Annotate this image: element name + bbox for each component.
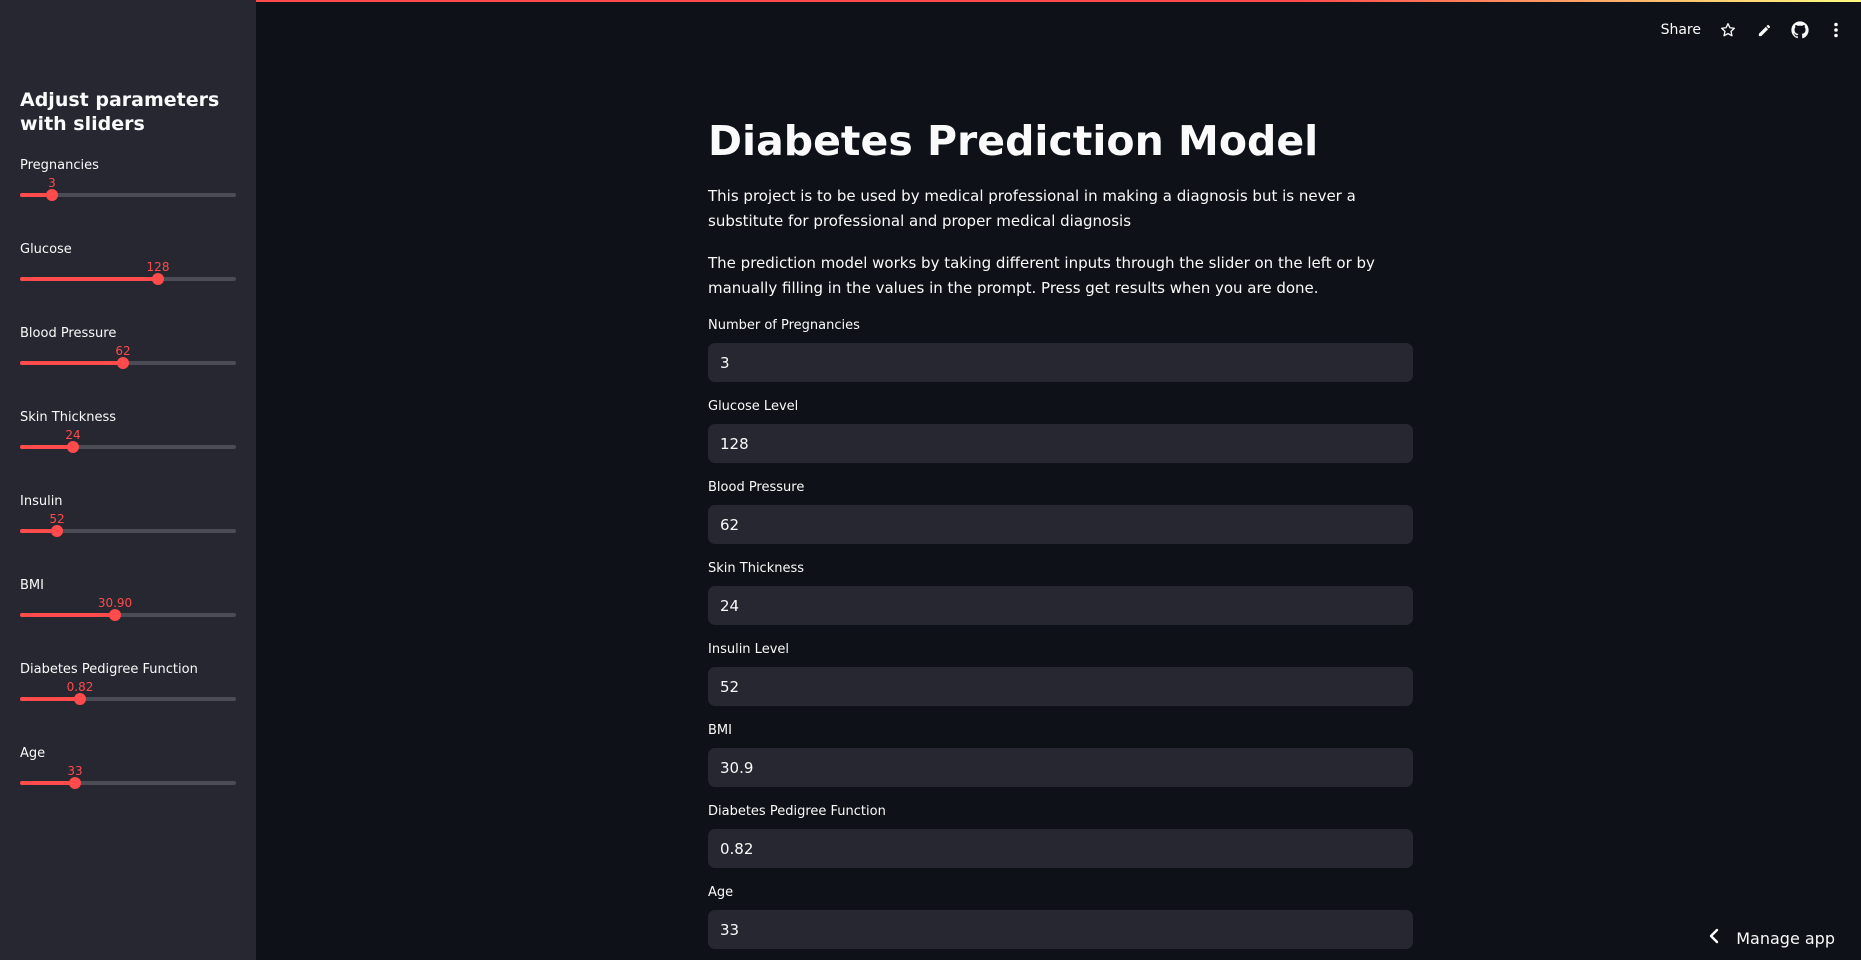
slider-label: Insulin	[20, 494, 63, 509]
page-title: Diabetes Prediction Model	[708, 117, 1319, 165]
slider-value: 24	[65, 428, 81, 442]
instructions-paragraph: The prediction model works by taking dif…	[708, 254, 1375, 297]
number-input[interactable]	[708, 910, 1413, 949]
number-input[interactable]	[708, 505, 1413, 544]
slider-label: Glucose	[20, 242, 72, 257]
slider-value: 3	[48, 176, 56, 190]
sidebar-slider[interactable]: Pregnancies 3	[20, 158, 236, 228]
field-label: BMI	[708, 723, 732, 738]
form-field: Age	[708, 884, 1413, 949]
number-input[interactable]	[708, 748, 1413, 787]
sidebar-slider[interactable]: Glucose 128	[20, 242, 236, 312]
form-field: BMI	[708, 722, 1413, 787]
slider-thumb[interactable]	[117, 357, 129, 369]
number-input[interactable]	[708, 829, 1413, 868]
app-toolbar: Share	[1661, 18, 1845, 42]
form-field: Number of Pregnancies	[708, 317, 1413, 382]
slider-value: 62	[115, 344, 131, 358]
slider-fill	[20, 613, 115, 617]
slider-label: Diabetes Pedigree Function	[20, 662, 198, 677]
slider-value: 52	[49, 512, 65, 526]
number-input[interactable]	[708, 586, 1413, 625]
slider-fill	[20, 277, 158, 281]
slider-thumb[interactable]	[69, 777, 81, 789]
sidebar-slider[interactable]: Diabetes Pedigree Function 0.82	[20, 662, 236, 732]
sidebar-slider[interactable]: Skin Thickness 24	[20, 410, 236, 480]
slider-fill	[20, 781, 75, 785]
form-field: Skin Thickness	[708, 560, 1413, 625]
field-label: Insulin Level	[708, 642, 789, 657]
number-input[interactable]	[708, 343, 1413, 382]
slider-thumb[interactable]	[46, 189, 58, 201]
sidebar: Adjust parameters with sliders Pregnanci…	[0, 0, 256, 960]
slider-value: 30.90	[97, 596, 133, 610]
form-field: Insulin Level	[708, 641, 1413, 706]
form-field: Glucose Level	[708, 398, 1413, 463]
field-label: Glucose Level	[708, 399, 799, 414]
number-input[interactable]	[708, 667, 1413, 706]
field-label: Blood Pressure	[708, 480, 805, 495]
slider-label: Age	[20, 746, 46, 761]
pencil-icon[interactable]	[1755, 21, 1773, 39]
github-icon[interactable]	[1791, 21, 1809, 39]
slider-label: Pregnancies	[20, 158, 99, 173]
slider-label: Blood Pressure	[20, 326, 117, 341]
number-input[interactable]	[708, 424, 1413, 463]
slider-fill	[20, 361, 123, 365]
sidebar-slider[interactable]: Age 33	[20, 746, 236, 816]
slider-thumb[interactable]	[51, 525, 63, 537]
slider-thumb[interactable]	[109, 609, 121, 621]
field-label: Age	[708, 885, 734, 900]
slider-value: 0.82	[66, 680, 94, 694]
sidebar-slider[interactable]: BMI 30.90	[20, 578, 236, 648]
slider-fill	[20, 445, 73, 449]
intro-paragraph: This project is to be used by medical pr…	[708, 187, 1356, 230]
slider-value: 128	[146, 260, 170, 274]
slider-label: BMI	[20, 578, 44, 593]
form-field: Blood Pressure	[708, 479, 1413, 544]
manage-app-button[interactable]: Manage app	[1708, 928, 1835, 948]
slider-fill	[20, 697, 80, 701]
manage-app-label: Manage app	[1736, 928, 1835, 948]
sidebar-title: Adjust parameters with sliders	[20, 89, 220, 135]
field-label: Number of Pregnancies	[708, 318, 860, 333]
slider-value: 33	[67, 764, 83, 778]
slider-label: Skin Thickness	[20, 410, 117, 425]
main-content: Diabetes Prediction Model This project i…	[708, 112, 1413, 949]
form-field: Diabetes Pedigree Function	[708, 803, 1413, 868]
top-decoration-bar	[0, 0, 1861, 2]
more-vertical-icon[interactable]	[1827, 21, 1845, 39]
chevron-left-icon	[1708, 928, 1720, 948]
star-icon[interactable]	[1719, 21, 1737, 39]
slider-thumb[interactable]	[74, 693, 86, 705]
share-button[interactable]: Share	[1661, 22, 1701, 38]
slider-thumb[interactable]	[67, 441, 79, 453]
field-label: Diabetes Pedigree Function	[708, 804, 886, 819]
slider-thumb[interactable]	[152, 273, 164, 285]
input-form: Number of Pregnancies Glucose Level Blood …	[708, 317, 1413, 949]
sidebar-slider[interactable]: Insulin 52	[20, 494, 236, 564]
sidebar-slider[interactable]: Blood Pressure 62	[20, 326, 236, 396]
field-label: Skin Thickness	[708, 561, 805, 576]
